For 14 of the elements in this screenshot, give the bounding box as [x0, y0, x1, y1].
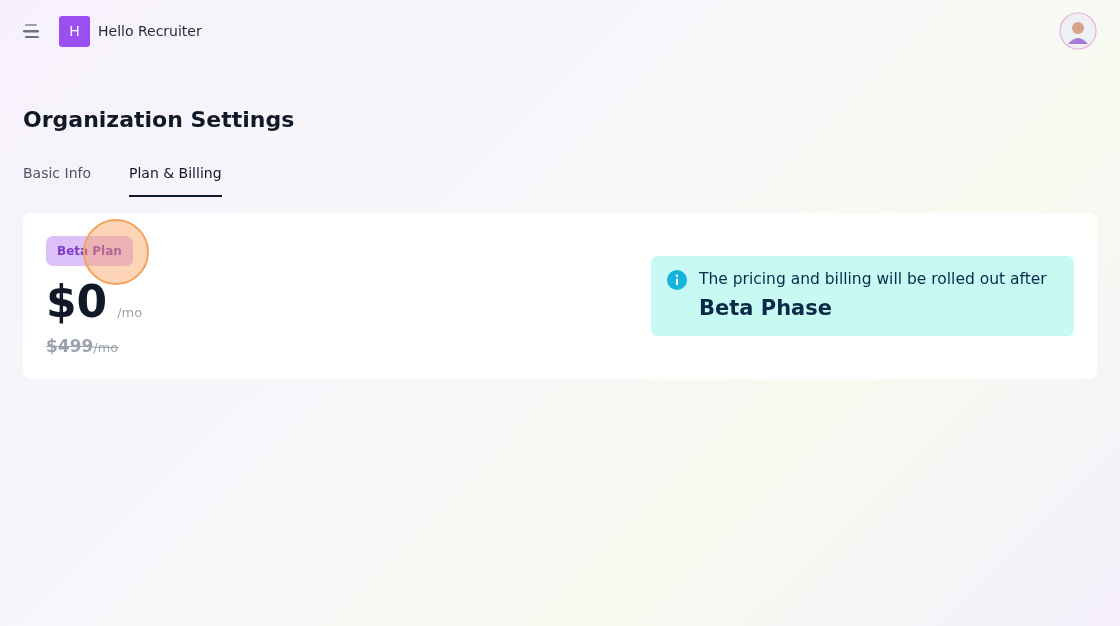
price-period: /mo	[117, 305, 143, 320]
price: $0	[46, 280, 108, 324]
menu-icon[interactable]	[23, 24, 41, 38]
tab[interactable]: Plan & Billing	[129, 165, 222, 197]
notice-text: The pricing and billing will be rolled out after	[699, 270, 1047, 288]
old-price: $499	[46, 336, 94, 356]
page-title: Organization Settings	[23, 107, 296, 132]
old-price-period: /mo	[93, 340, 119, 355]
avatar[interactable]	[1059, 12, 1097, 50]
app-name: Hello Recruiter	[98, 23, 202, 39]
logo: H	[59, 15, 90, 47]
info-icon	[667, 270, 687, 290]
notice-emphasis: Beta Phase	[699, 296, 834, 320]
tab[interactable]: Basic Info	[23, 165, 91, 197]
